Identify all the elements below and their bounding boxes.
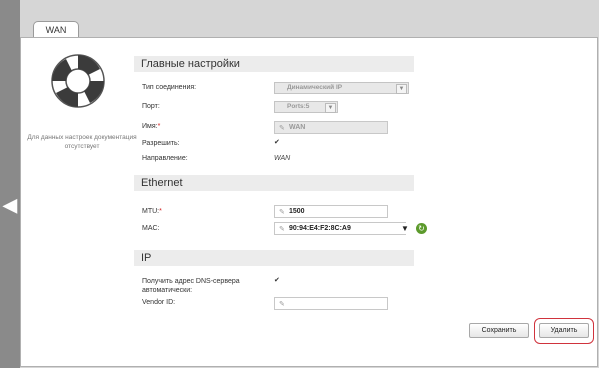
chevron-down-icon: ▼ <box>325 103 336 113</box>
mtu-label-text: MTU: <box>142 208 160 215</box>
mac-label: MAC: <box>142 225 160 232</box>
chevron-left-icon[interactable]: ◀ <box>0 190 20 220</box>
lifebuoy-icon <box>49 52 107 115</box>
name-value: WAN <box>289 124 306 131</box>
dns-auto-label: Получить адрес DNS-сервера автоматически… <box>142 278 240 294</box>
delete-button[interactable]: Удалить <box>539 323 589 338</box>
enable-checkbox[interactable]: ✔ <box>274 138 280 146</box>
tab-wan[interactable]: WAN <box>33 21 79 38</box>
mac-value: 90:94:E4:F2:8C:A9 <box>289 225 351 232</box>
direction-value: WAN <box>274 155 291 162</box>
save-button[interactable]: Сохранить <box>469 323 529 338</box>
pencil-icon: ✎ <box>279 209 285 216</box>
help-text: Для данных настроек документация отсутст… <box>27 134 137 150</box>
pencil-icon: ✎ <box>279 301 285 308</box>
left-nav-strip <box>0 0 20 368</box>
section-ip-title: IP <box>134 250 414 266</box>
name-label: Имя:* <box>142 123 160 130</box>
required-mark: * <box>159 208 162 215</box>
mtu-field[interactable]: ✎ 1500 <box>274 205 388 218</box>
enable-label: Разрешить: <box>142 140 180 147</box>
chevron-down-icon: ▼ <box>396 84 407 94</box>
direction-label: Направление: <box>142 155 188 162</box>
mac-field[interactable]: ✎ 90:94:E4:F2:8C:A9 <box>274 222 406 235</box>
pencil-icon: ✎ <box>279 226 285 233</box>
chevron-down-icon[interactable]: ▼ <box>401 224 409 233</box>
port-select[interactable]: Ports:5 ▼ <box>274 101 338 113</box>
dns-auto-checkbox[interactable]: ✔ <box>274 276 280 284</box>
connection-type-select[interactable]: Динамический IP ▼ <box>274 82 409 94</box>
connection-type-label: Тип соединения: <box>142 84 197 91</box>
port-label: Порт: <box>142 103 160 110</box>
refresh-icon[interactable]: ↻ <box>416 223 427 234</box>
vendor-id-field[interactable]: ✎ <box>274 297 388 310</box>
name-label-text: Имя: <box>142 123 158 130</box>
mtu-value: 1500 <box>289 208 305 215</box>
mtu-label: MTU:* <box>142 208 162 215</box>
section-main-title: Главные настройки <box>134 56 414 72</box>
name-field[interactable]: ✎ WAN <box>274 121 388 134</box>
vendor-id-label: Vendor ID: <box>142 299 176 306</box>
required-mark: * <box>157 123 161 130</box>
connection-type-value: Динамический IP <box>287 84 343 91</box>
port-value: Ports:5 <box>287 103 310 110</box>
section-ethernet-title: Ethernet <box>134 175 414 191</box>
pencil-icon: ✎ <box>279 125 285 132</box>
